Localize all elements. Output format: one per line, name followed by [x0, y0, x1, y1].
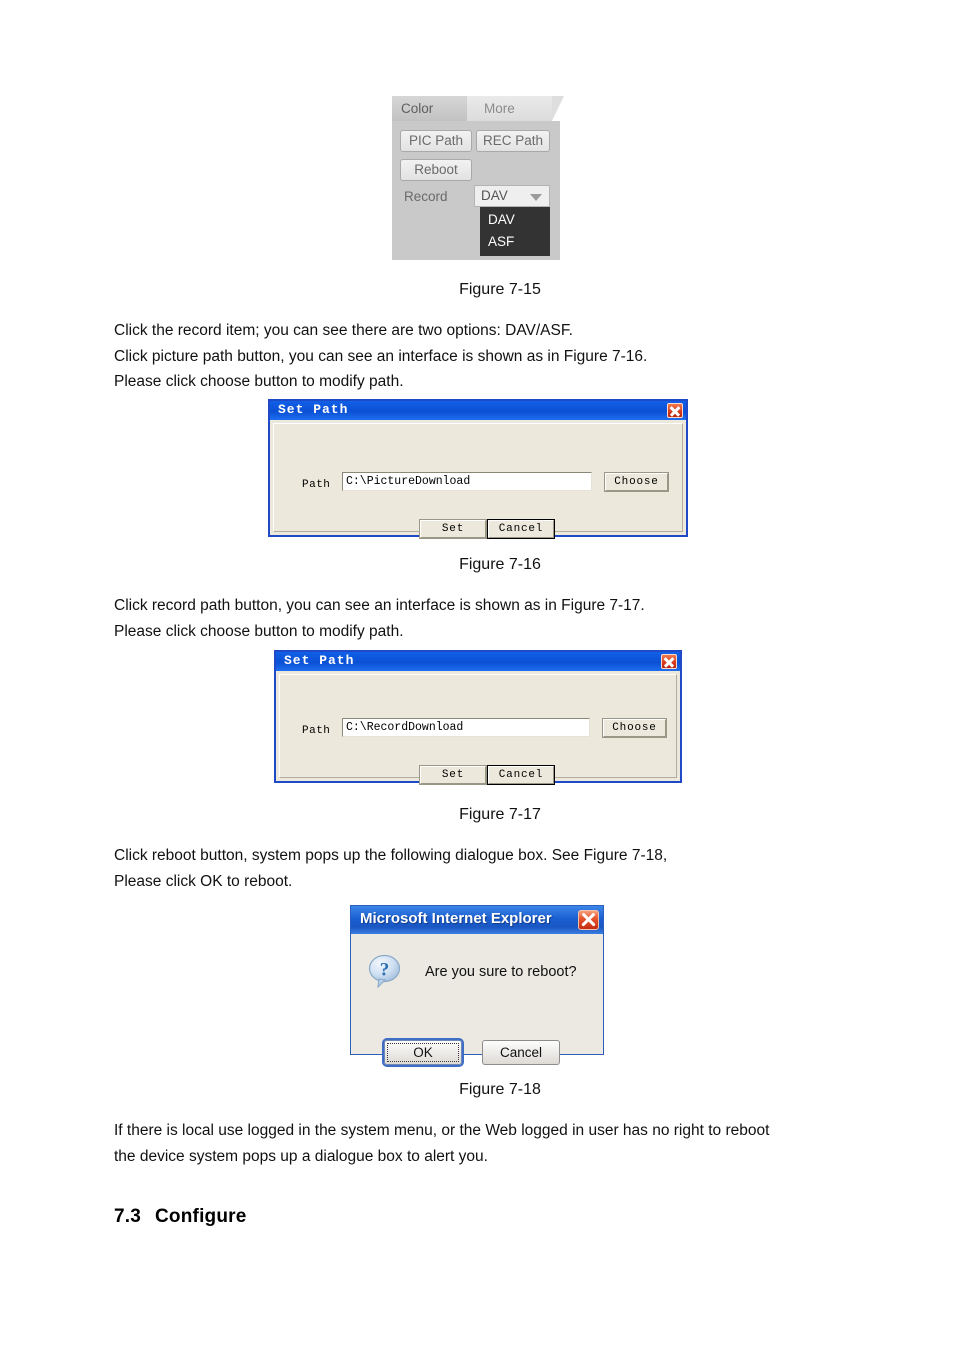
dialog-title: Set Path	[284, 653, 355, 668]
tab-panel-body: PIC Path REC Path Reboot Record DAV DAV …	[392, 121, 560, 260]
pic-path-button[interactable]: PIC Path	[400, 130, 472, 152]
focus-ring	[387, 1043, 459, 1062]
dropdown-option-asf[interactable]: ASF	[480, 231, 550, 253]
dialog-title: Microsoft Internet Explorer	[360, 910, 552, 927]
paragraph-1: Click the record item; you can see there…	[114, 322, 648, 390]
dialog-message: Are you sure to reboot?	[425, 964, 577, 980]
record-format-dropdown-list[interactable]: DAV ASF	[480, 207, 550, 256]
paragraph-4: If there is local use logged in the syst…	[114, 1122, 770, 1165]
figure-716-caption: Figure 7-16	[459, 556, 541, 573]
cancel-button[interactable]: Cancel	[487, 519, 555, 539]
section-heading: 7.3 Configure	[114, 1206, 247, 1228]
path-label: Path	[302, 479, 331, 491]
ok-button[interactable]: OK	[382, 1038, 464, 1067]
dialog-titlebar: Set Path	[270, 401, 686, 420]
close-icon[interactable]	[578, 910, 599, 930]
chevron-down-icon	[530, 194, 542, 201]
close-icon[interactable]	[667, 403, 683, 418]
record-format-select[interactable]: DAV	[474, 185, 550, 207]
figure-717-caption: Figure 7-17	[459, 806, 541, 823]
dialog-titlebar: Set Path	[276, 652, 680, 671]
choose-button[interactable]: Choose	[604, 472, 669, 492]
dropdown-option-dav[interactable]: DAV	[480, 209, 550, 231]
tab-more[interactable]: More	[467, 96, 564, 121]
paragraph-2: Click record path button, you can see an…	[114, 597, 645, 640]
cancel-button[interactable]: Cancel	[482, 1040, 560, 1065]
tab-more-label: More	[484, 101, 515, 116]
reboot-button[interactable]: Reboot	[400, 159, 472, 181]
set-path-dialog-picture[interactable]: Set Path Path C:\PictureDownload Choose …	[268, 399, 688, 539]
section-number: 7.3	[114, 1206, 142, 1227]
paragraph-3: Click reboot button, system pops up the …	[114, 847, 668, 890]
figure-715-image: Color More PIC Path REC Path Reboot Reco…	[392, 96, 564, 260]
dialog-body: ? Are you sure to reboot? OK Cancel	[353, 936, 601, 1067]
internet-explorer-dialog[interactable]: Microsoft Internet Explorer ? Are you su…	[350, 905, 604, 1067]
svg-text:?: ?	[380, 960, 390, 981]
cancel-button-label: Cancel	[499, 1045, 543, 1060]
tab-color-label: Color	[401, 101, 434, 116]
set-path-dialog-record[interactable]: Set Path Path C:\RecordDownload Choose S…	[274, 650, 682, 785]
document-page: Color More PIC Path REC Path Reboot Reco…	[0, 0, 954, 1350]
set-button[interactable]: Set	[419, 519, 487, 539]
path-input[interactable]: C:\PictureDownload	[342, 472, 592, 491]
tab-strip: Color More	[392, 96, 564, 121]
close-icon[interactable]	[661, 654, 677, 669]
set-button[interactable]: Set	[419, 765, 487, 785]
path-label: Path	[302, 725, 331, 737]
figure-718-caption: Figure 7-18	[459, 1081, 541, 1098]
figure-715-caption: Figure 7-15	[459, 281, 541, 298]
cancel-button[interactable]: Cancel	[487, 765, 555, 785]
choose-button[interactable]: Choose	[602, 718, 667, 738]
dialog-titlebar: Microsoft Internet Explorer	[351, 906, 603, 934]
question-bubble-icon: ?	[368, 954, 401, 988]
rec-path-button[interactable]: REC Path	[476, 130, 550, 152]
path-input[interactable]: C:\RecordDownload	[342, 718, 590, 737]
record-label: Record	[404, 189, 448, 204]
section-title: Configure	[155, 1206, 247, 1227]
tab-color[interactable]: Color	[392, 96, 478, 121]
dialog-body: Path C:\PictureDownload Choose Set Cance…	[273, 423, 683, 539]
dialog-body: Path C:\RecordDownload Choose Set Cancel	[279, 674, 677, 785]
record-format-value: DAV	[481, 188, 508, 203]
dialog-title: Set Path	[278, 402, 349, 417]
